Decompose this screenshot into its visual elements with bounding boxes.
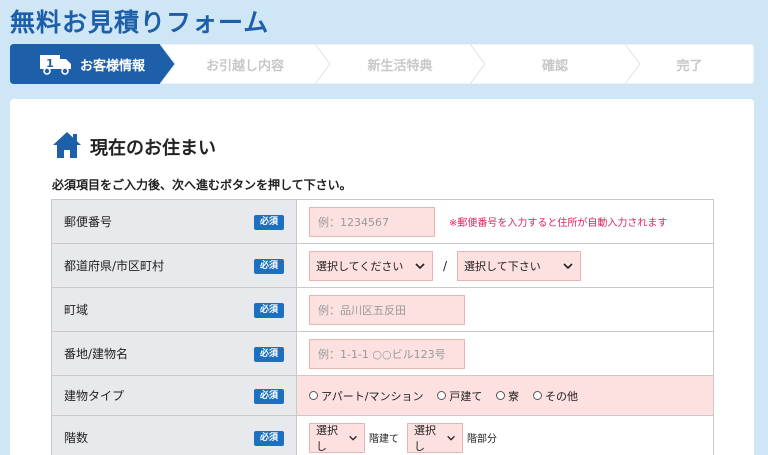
form-row-building-type: 建物タイプ 必須 アパート/マンション 戸建て 寮 その他 [51, 375, 714, 416]
house-icon [52, 131, 82, 163]
step-customer-info: 1 お客様情報 [10, 44, 175, 84]
city-select-value: 選択して下さい [464, 259, 541, 273]
postal-autofill-note: ※郵便番号を入力すると住所が自動入力されます [449, 218, 668, 229]
form-instruction: 必須項目をご入力後、次へ進むボタンを押して下さい。 [52, 178, 352, 192]
field-input-cell: 例：1234567 ※郵便番号を入力すると住所が自動入力されます [296, 199, 714, 244]
prefecture-select[interactable]: 選択してください [309, 250, 433, 281]
field-label-cell: 階数 必須 [51, 415, 297, 455]
prefecture-select-value: 選択してください [316, 259, 404, 273]
truck-step-1-icon: 1 [39, 53, 72, 75]
field-label-cell: 町域 必須 [51, 287, 297, 332]
radio-circle [309, 391, 318, 400]
section-header: 現在のお住まい [52, 131, 216, 163]
field-label: 町域 [64, 303, 89, 317]
form-row-pref-city: 都道府県/市区町村 必須 選択してください / 選択して下さい [51, 243, 714, 288]
form-row-postal: 郵便番号 必須 例：1234567 ※郵便番号を入力すると住所が自動入力されます [51, 199, 714, 244]
total-floors-select[interactable]: 選択し [309, 422, 365, 453]
field-input-cell: 例：1-1-1 ○○ビル123号室 [296, 331, 714, 391]
postal-code-input[interactable]: 例：1234567 [309, 206, 435, 237]
svg-text:1: 1 [46, 57, 54, 70]
required-badge: 必須 [254, 302, 284, 318]
field-input-cell: 選択し 階建て 選択し 階部分 [296, 415, 714, 455]
field-input-cell: アパート/マンション 戸建て 寮 その他 [296, 375, 714, 416]
form-row-address: 番地/建物名 必須 例：1-1-1 ○○ビル123号室 [51, 331, 714, 391]
city-select[interactable]: 選択して下さい [457, 250, 582, 281]
section-title: 現在のお住まい [90, 138, 216, 159]
floor-number-select-value: 選択し [414, 423, 436, 453]
step-new-life-benefits: 新生活特典 [315, 44, 485, 84]
field-label: 番地/建物名 [64, 347, 129, 361]
field-label-cell: 番地/建物名 必須 [51, 331, 297, 376]
step-label: 新生活特典 [367, 58, 433, 74]
radio-circle [437, 391, 447, 400]
step-confirm: 確認 [470, 44, 640, 84]
radio-circle [532, 391, 542, 400]
step-label: 完了 [676, 58, 703, 74]
select-separator: / [443, 258, 448, 273]
chevron-down-icon [415, 262, 425, 269]
floors-unit-label: 階建て [369, 434, 399, 445]
field-label-cell: 郵便番号 必須 [51, 199, 297, 244]
page-title: 無料お見積りフォーム [10, 8, 270, 37]
building-type-radio-other[interactable]: その他 [532, 388, 578, 404]
field-input-cell: 選択してください / 選択して下さい [296, 243, 714, 288]
field-label: 階数 [64, 431, 89, 445]
field-label: 建物タイプ [64, 389, 125, 403]
radio-label: 戸建て [449, 389, 483, 403]
building-type-radio-apartment[interactable]: アパート/マンション [309, 388, 424, 404]
total-floors-select-value: 選択し [316, 423, 338, 453]
radio-label: アパート/マンション [321, 389, 424, 403]
field-label: 郵便番号 [64, 215, 113, 229]
address-form-table: 郵便番号 必須 例：1234567 ※郵便番号を入力すると住所が自動入力されます 都… [51, 199, 714, 455]
building-type-radio-house[interactable]: 戸建て [437, 388, 482, 404]
required-badge: 必須 [254, 430, 284, 446]
progress-steps: 1 お客様情報 お引越し内容 新生活特典 確認 完了 [10, 44, 754, 84]
required-badge: 必須 [254, 346, 284, 362]
field-input-cell: 例：品川区五反田 [296, 287, 714, 332]
step-complete: 完了 [625, 44, 754, 84]
radio-label: 寮 [508, 389, 520, 403]
required-badge: 必須 [254, 258, 284, 274]
floor-part-unit-label: 階部分 [467, 434, 497, 445]
radio-circle [496, 391, 506, 400]
town-input[interactable]: 例：品川区五反田 [309, 294, 465, 325]
form-row-town: 町域 必須 例：品川区五反田 [51, 287, 714, 332]
step-moving-details: お引越し内容 [160, 44, 330, 84]
required-badge: 必須 [254, 388, 284, 404]
field-label-cell: 建物タイプ 必須 [51, 375, 297, 416]
step-label: お客様情報 [79, 58, 145, 74]
form-row-floors: 階数 必須 選択し 階建て 選択し 階部分 [51, 415, 714, 455]
floor-number-select[interactable]: 選択し [407, 422, 463, 453]
chevron-down-icon [447, 435, 455, 441]
chevron-down-icon [349, 435, 357, 441]
field-label: 都道府県/市区町村 [64, 259, 165, 273]
building-type-radio-dormitory[interactable]: 寮 [496, 388, 519, 404]
field-label-cell: 都道府県/市区町村 必須 [51, 243, 297, 288]
chevron-down-icon [563, 262, 573, 269]
radio-label: その他 [544, 389, 578, 403]
address-input[interactable]: 例：1-1-1 ○○ビル123号室 [309, 338, 465, 391]
required-badge: 必須 [254, 214, 284, 230]
form-card: 現在のお住まい 必須項目をご入力後、次へ進むボタンを押して下さい。 郵便番号 必須… [10, 99, 754, 455]
step-label: 確認 [541, 58, 568, 74]
step-label: お引越し内容 [205, 58, 284, 74]
